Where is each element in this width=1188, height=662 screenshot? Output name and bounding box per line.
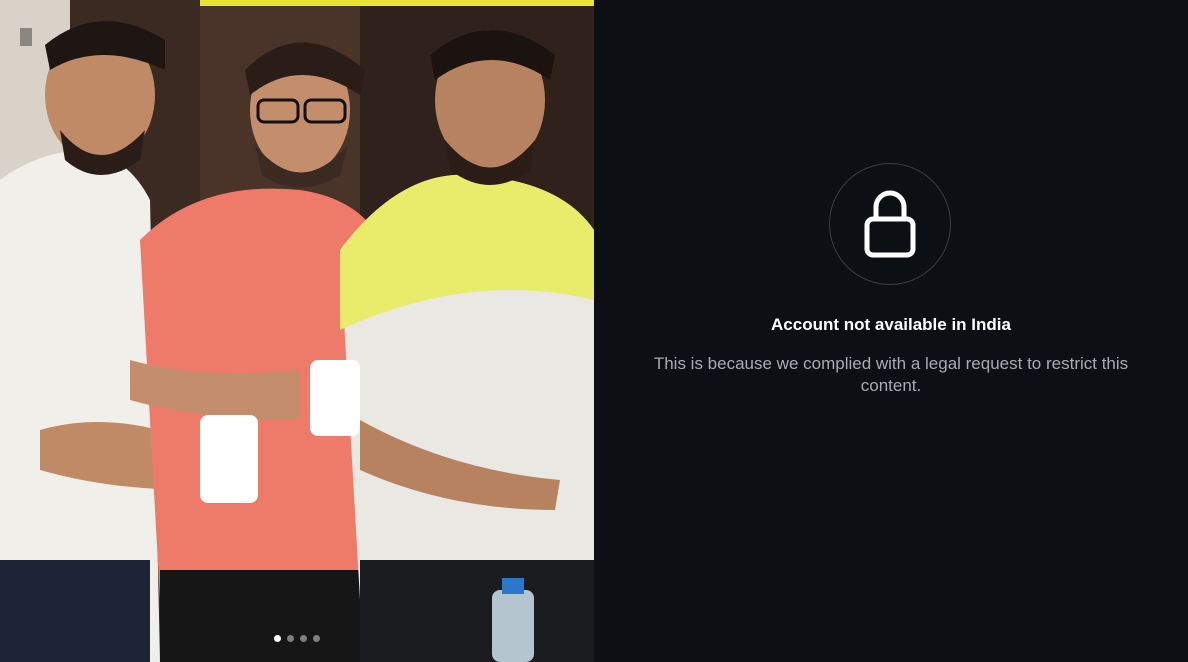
carousel-dot[interactable] <box>313 635 320 642</box>
carousel-dot[interactable] <box>274 635 281 642</box>
restricted-account-panel: Account not available in India This is b… <box>594 0 1188 662</box>
carousel-dot[interactable] <box>287 635 294 642</box>
lock-icon <box>864 190 916 258</box>
carousel-indicator <box>0 635 594 642</box>
carousel-dot[interactable] <box>300 635 307 642</box>
restriction-description: This is because we complied with a legal… <box>653 354 1129 395</box>
post-photo[interactable] <box>0 0 594 662</box>
photo-illustration <box>0 0 594 662</box>
lock-badge <box>829 163 951 285</box>
restriction-title: Account not available in India <box>771 315 1011 334</box>
